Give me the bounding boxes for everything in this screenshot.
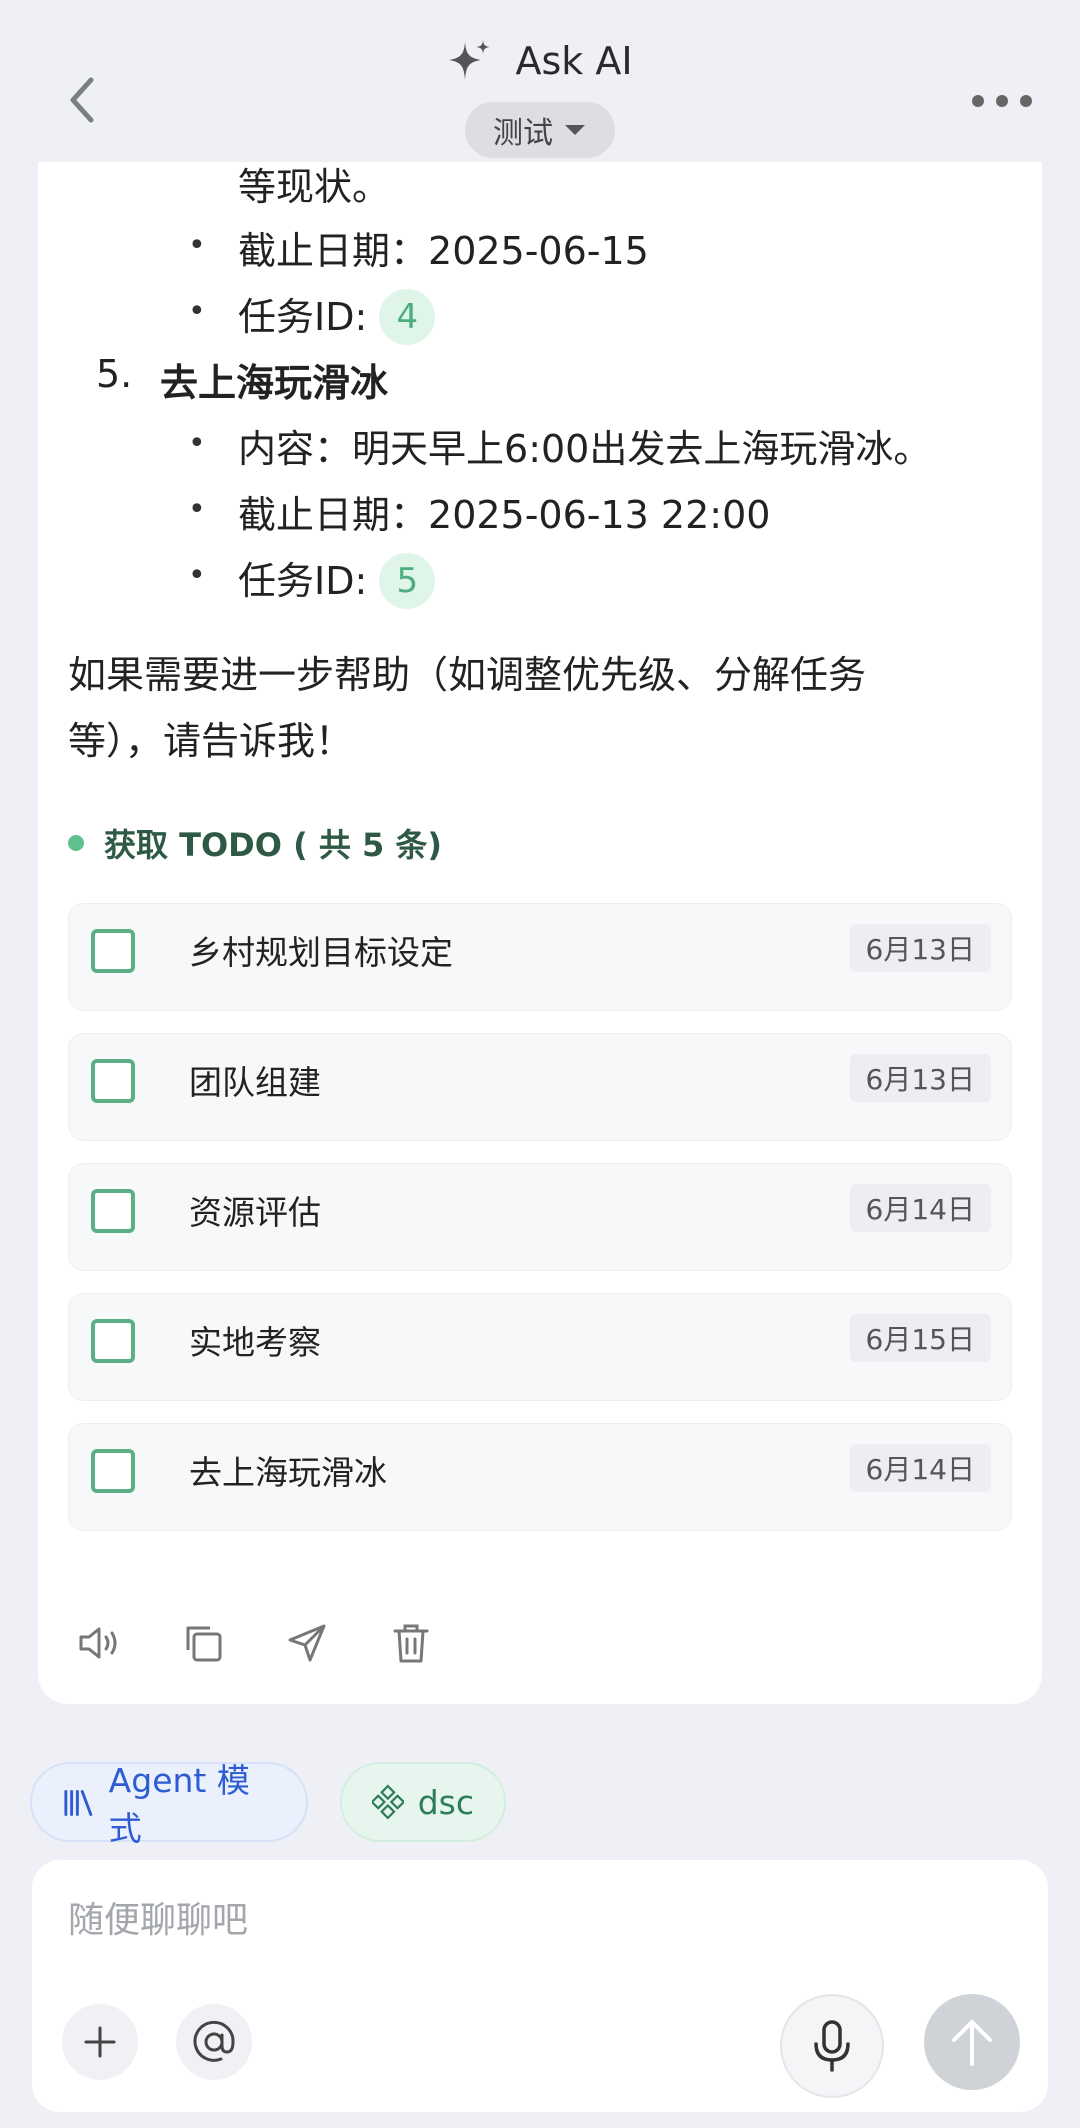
task5-content: 内容：明天早上6:00出发去上海玩滑冰。 [238, 427, 932, 471]
message-actions [76, 1620, 434, 1666]
page-title: Ask AI [515, 39, 633, 83]
bullet: • [188, 558, 206, 593]
task5-due: 截止日期：2025-06-13 22:00 [238, 493, 771, 537]
todo-date-badge: 6月14日 [849, 1184, 991, 1232]
todo-date-badge: 6月14日 [849, 1444, 991, 1492]
read-aloud-button[interactable] [76, 1620, 122, 1666]
task4-due: 截止日期：2025-06-15 [238, 229, 649, 273]
todo-title: 乡村规划目标设定 [189, 933, 453, 972]
arrow-up-icon [952, 2020, 992, 2066]
chat-input[interactable] [68, 1890, 968, 1950]
bullet: • [188, 294, 206, 329]
todo-title: 资源评估 [189, 1193, 321, 1232]
closing-text-line-1: 如果需要进一步帮助（如调整优先级、分解任务 [68, 653, 867, 697]
closing-text-line-2: 等），请告诉我！ [68, 719, 354, 763]
caret-down-icon [565, 125, 585, 135]
copy-button[interactable] [180, 1620, 226, 1666]
dsc-chip[interactable]: dsc [340, 1762, 506, 1842]
todo-date-badge: 6月15日 [849, 1314, 991, 1362]
task-id-badge: 5 [379, 552, 436, 609]
sparkle-icon [449, 40, 491, 80]
more-button[interactable] [972, 86, 1032, 116]
todo-item[interactable]: 乡村规划目标设定 6月13日 [68, 903, 1012, 1011]
delete-button[interactable] [388, 1620, 434, 1666]
todo-checkbox[interactable] [91, 1059, 135, 1103]
todo-checkbox[interactable] [91, 1189, 135, 1233]
task5-id: 任务ID: 5 [238, 550, 436, 612]
task5-title: 去上海玩滑冰 [160, 361, 389, 405]
mic-icon [814, 2020, 850, 2072]
plus-icon [84, 2026, 116, 2058]
send-icon [288, 1624, 326, 1662]
tool-call-header: 获取 TODO ( 共 5 条) [68, 820, 442, 866]
trash-icon [393, 1624, 429, 1663]
bullet: • [188, 426, 206, 461]
bullet: • [188, 492, 206, 527]
todo-date-badge: 6月13日 [849, 924, 991, 972]
mention-button[interactable] [176, 2004, 252, 2080]
bullet: • [188, 228, 206, 263]
send-button[interactable] [924, 1994, 1020, 2090]
model-name: 测试 [493, 116, 553, 151]
todo-item[interactable]: 去上海玩滑冰 6月14日 [68, 1423, 1012, 1531]
todo-checkbox[interactable] [91, 1319, 135, 1363]
library-icon [64, 1789, 93, 1816]
title-group: Ask AI [0, 38, 1080, 84]
share-button[interactable] [284, 1620, 330, 1666]
composer [32, 1860, 1048, 2112]
task-id-badge: 4 [379, 288, 436, 345]
more-dot [996, 95, 1008, 107]
tool-call-label: 获取 TODO ( 共 5 条) [104, 826, 443, 864]
at-icon [193, 2020, 235, 2062]
todo-title: 实地考察 [189, 1323, 321, 1362]
todo-item[interactable]: 实地考察 6月15日 [68, 1293, 1012, 1401]
todo-checkbox[interactable] [91, 929, 135, 973]
message-text-tail: 等现状。 [238, 165, 391, 209]
voice-input-button[interactable] [780, 1994, 884, 2098]
agent-mode-label: Agent 模式 [108, 1761, 250, 1848]
model-selector[interactable]: 测试 [465, 102, 615, 158]
todo-title: 去上海玩滑冰 [189, 1453, 387, 1492]
todo-title: 团队组建 [189, 1063, 321, 1102]
diamond-grid-icon [372, 1784, 404, 1820]
more-dot [972, 95, 984, 107]
todo-checkbox[interactable] [91, 1449, 135, 1493]
attach-button[interactable] [62, 2004, 138, 2080]
task5-number: 5. [96, 352, 133, 396]
top-bar: Ask AI 测试 [0, 0, 1080, 162]
task4-id: 任务ID: 4 [238, 286, 436, 348]
speaker-icon [79, 1627, 117, 1659]
assistant-message-card: 等现状。 • 截止日期：2025-06-15 • 任务ID: 4 5. 去上海玩滑… [38, 120, 1042, 1704]
todo-date-badge: 6月13日 [849, 1054, 991, 1102]
status-dot [68, 835, 84, 851]
todo-item[interactable]: 团队组建 6月13日 [68, 1033, 1012, 1141]
copy-icon [186, 1626, 222, 1662]
agent-mode-chip[interactable]: Agent 模式 [30, 1761, 308, 1848]
dsc-label: dsc [417, 1782, 474, 1822]
more-dot [1020, 95, 1032, 107]
todo-item[interactable]: 资源评估 6月14日 [68, 1163, 1012, 1271]
